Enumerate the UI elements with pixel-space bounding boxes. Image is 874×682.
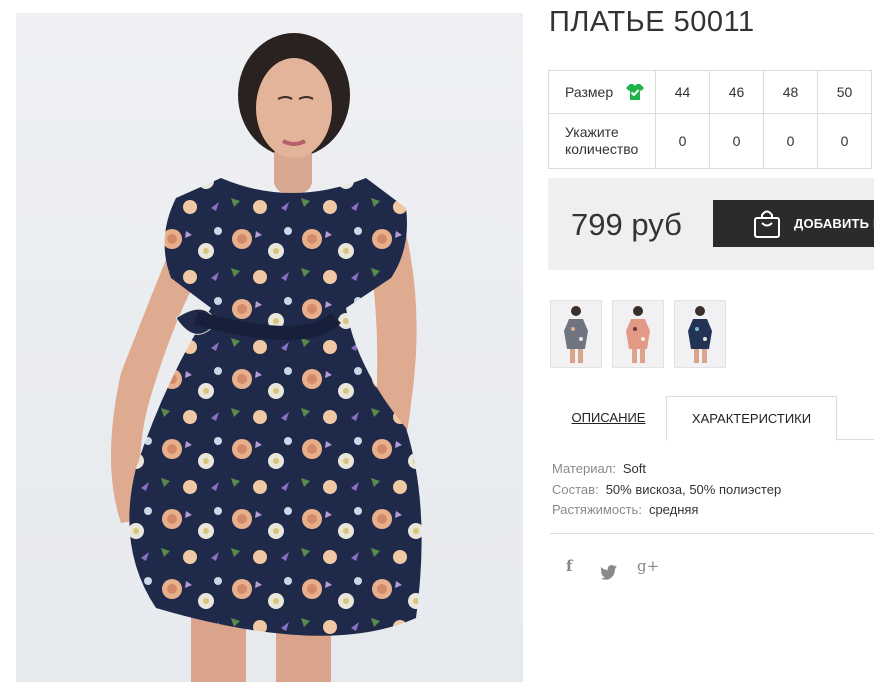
quantity-input-50[interactable]: 0 <box>817 113 872 169</box>
thumb-grey-floral <box>564 306 588 363</box>
size-quantity-table: Размер 44 46 48 50 Укажите количество 0 … <box>548 70 872 169</box>
add-to-cart-label: ДОБАВИТЬ В <box>794 216 874 231</box>
spec-stretch-value: средняя <box>648 502 699 517</box>
divider <box>550 533 874 534</box>
characteristics-list: Материал: Soft Состав: 50% вискоза, 50% по… <box>552 459 781 521</box>
thumb-navy-floral <box>688 306 712 363</box>
quantity-input-46[interactable]: 0 <box>709 113 764 169</box>
tab-characteristics[interactable]: ХАРАКТЕРИСТИКИ <box>666 396 837 441</box>
facebook-icon[interactable]: f <box>566 557 572 579</box>
size-44[interactable]: 44 <box>655 70 710 114</box>
tab-description[interactable]: ОПИСАНИЕ <box>550 396 667 440</box>
size-48[interactable]: 48 <box>763 70 818 114</box>
thumbnail-2[interactable] <box>612 300 664 368</box>
spec-composition-value: 50% вискоза, 50% полиэстер <box>605 481 782 497</box>
size-46[interactable]: 46 <box>709 70 764 114</box>
spec-composition: Состав: 50% вискоза, 50% полиэстер <box>552 480 781 501</box>
quantity-input-44[interactable]: 0 <box>655 113 710 169</box>
spec-material: Материал: Soft <box>552 459 781 480</box>
product-title: ПЛАТЬЕ 50011 <box>549 6 755 38</box>
quantity-label-line2: количество <box>565 141 639 157</box>
quantity-header: Укажите количество <box>548 113 656 169</box>
thumbnail-1[interactable] <box>550 300 602 368</box>
size-50[interactable]: 50 <box>817 70 872 114</box>
size-label: Размер <box>565 84 614 100</box>
shopping-bag-icon <box>754 210 780 238</box>
spec-composition-label: Состав: <box>552 481 599 497</box>
spec-stretch-label: Растяжимость: <box>552 502 642 517</box>
price-panel: 799 руб ДОБАВИТЬ В <box>548 178 874 270</box>
quantity-label-line1: Укажите <box>565 124 619 140</box>
product-photo[interactable] <box>16 13 523 682</box>
quantity-row: Укажите количество 0 0 0 0 <box>548 113 872 169</box>
product-tabs: ОПИСАНИЕ ХАРАКТЕРИСТИКИ <box>550 396 874 441</box>
size-row: Размер 44 46 48 50 <box>548 70 872 114</box>
thumb-peach-floral <box>626 306 650 363</box>
spec-stretch: Растяжимость: средняя <box>552 500 781 521</box>
price: 799 руб <box>571 207 682 242</box>
shirt-check-icon <box>626 84 645 100</box>
quantity-input-48[interactable]: 0 <box>763 113 818 169</box>
spec-material-value: Soft <box>622 461 647 476</box>
size-header: Размер <box>548 70 656 114</box>
google-plus-icon[interactable]: g+ <box>637 557 659 579</box>
twitter-icon[interactable] <box>601 560 617 582</box>
add-to-cart-button[interactable]: ДОБАВИТЬ В <box>713 200 874 247</box>
dress-model-illustration <box>111 33 422 682</box>
spec-material-label: Материал: <box>552 461 616 476</box>
thumbnail-3[interactable] <box>674 300 726 368</box>
